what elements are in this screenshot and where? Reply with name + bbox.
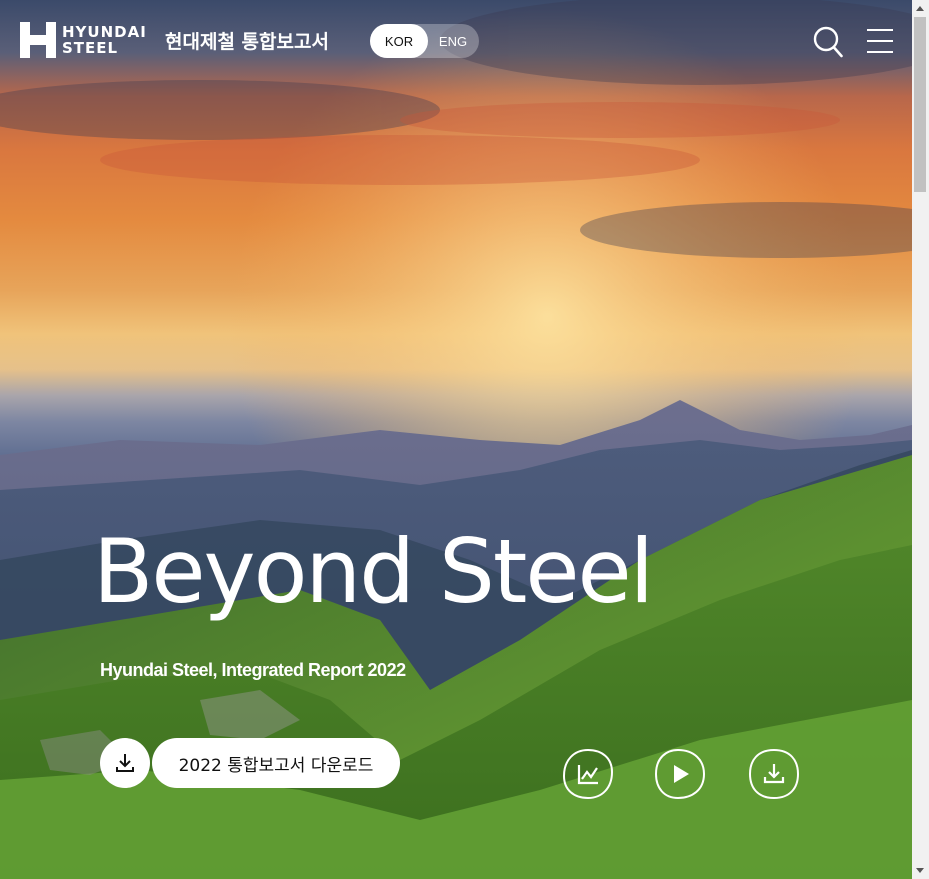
logo-line1: HYUNDAI [62, 23, 147, 41]
chart-icon[interactable] [562, 748, 614, 800]
hero-title: Beyond Steel [93, 520, 654, 623]
lang-kor-button[interactable]: KOR [370, 24, 428, 58]
vertical-scrollbar[interactable] [912, 0, 929, 879]
menu-icon[interactable] [867, 28, 893, 54]
logo-wordmark: HYUNDAI STEEL [62, 24, 147, 56]
hyundai-steel-logo-mark [20, 22, 56, 58]
download-icon-circle [100, 738, 150, 788]
download-icon [116, 754, 134, 772]
search-icon[interactable] [813, 26, 843, 58]
scroll-down-arrow-icon[interactable] [916, 868, 924, 873]
play-icon[interactable] [654, 748, 706, 800]
hyundai-steel-logo[interactable]: HYUNDAI STEEL [20, 22, 147, 58]
download-button-label: 2022 통합보고서 다운로드 [152, 738, 400, 788]
logo-line2: STEEL [62, 39, 119, 57]
scroll-up-arrow-icon[interactable] [916, 6, 924, 11]
download-icon[interactable] [748, 748, 800, 800]
site-header: HYUNDAI STEEL 현대제철 통합보고서 KOR ENG [0, 0, 912, 80]
language-toggle: KOR ENG [370, 24, 479, 58]
hero-background: HYUNDAI STEEL 현대제철 통합보고서 KOR ENG Beyond … [0, 0, 912, 879]
lang-eng-button[interactable]: ENG [428, 24, 478, 58]
scrollbar-thumb[interactable] [914, 17, 926, 192]
site-title[interactable]: 현대제철 통합보고서 [165, 27, 329, 54]
report-download-button[interactable]: 2022 통합보고서 다운로드 [100, 738, 400, 788]
hero-subtitle: Hyundai Steel, Integrated Report 2022 [100, 660, 406, 680]
